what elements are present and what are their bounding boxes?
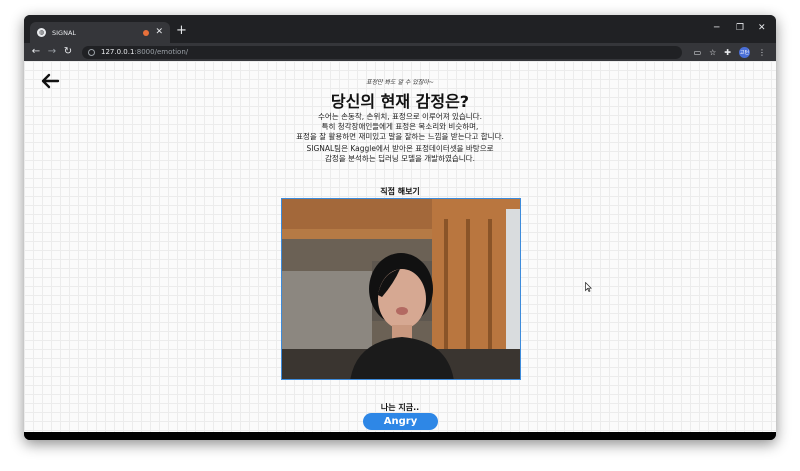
description-line: 감정을 분석하는 딥러닝 모델을 개발하였습니다. bbox=[325, 154, 475, 163]
description: 수어는 손동작, 손위치, 표정으로 이루어져 있습니다. 특히 청각장애인들에… bbox=[24, 112, 776, 142]
description-line: 특히 청각장애인들에게 표정은 목소리와 비슷하며, bbox=[321, 122, 479, 131]
close-tab-icon[interactable]: ✕ bbox=[155, 28, 163, 37]
tab-signal[interactable]: ◍ SIGNAL ✕ bbox=[30, 22, 170, 43]
emotion-result-badge: Angry bbox=[363, 413, 438, 430]
star-icon[interactable]: ☆ bbox=[709, 48, 716, 57]
new-tab-button[interactable]: + bbox=[176, 24, 187, 37]
browser-window: ◍ SIGNAL ✕ + ─ ❐ ✕ ← → ↻ 127.0.0.1 :8000… bbox=[24, 15, 776, 440]
try-it-label: 직접 해보기 bbox=[380, 187, 420, 196]
webcam-image bbox=[282, 199, 520, 379]
tab-strip: ◍ SIGNAL ✕ + ─ ❐ ✕ bbox=[24, 15, 776, 43]
description-team: SIGNAL팀은 Kaggle에서 받아온 표정데이터셋을 바탕으로 감정을 분… bbox=[24, 144, 776, 164]
bottom-bar bbox=[24, 432, 776, 440]
close-window-button[interactable]: ✕ bbox=[758, 24, 766, 33]
page-subtitle: 표정만 봐도 알 수 있잖아~ bbox=[366, 79, 434, 86]
puzzle-icon[interactable]: ✚ bbox=[724, 48, 731, 57]
page-title: 당신의 현재 감정은? bbox=[330, 92, 470, 111]
url-path: :8000/emotion/ bbox=[134, 48, 189, 56]
back-nav-icon[interactable]: ← bbox=[28, 47, 44, 57]
description-line: 표정을 잘 활용하면 재미있고 말을 잘하는 느낌을 받는다고 합니다. bbox=[296, 132, 504, 141]
address-bar[interactable]: 127.0.0.1 :8000/emotion/ bbox=[82, 45, 682, 59]
maximize-button[interactable]: ❐ bbox=[736, 24, 744, 33]
profile-avatar[interactable]: 고턴 bbox=[739, 46, 750, 58]
kebab-menu-icon[interactable]: ⋮ bbox=[758, 48, 766, 57]
now-label: 나는 지금.. bbox=[380, 403, 420, 412]
mouse-cursor-icon bbox=[585, 282, 592, 292]
site-info-icon[interactable] bbox=[88, 48, 95, 56]
minimize-button[interactable]: ─ bbox=[714, 24, 719, 33]
page-viewport: 표정만 봐도 알 수 있잖아~ 당신의 현재 감정은? 수어는 손동작, 손위치… bbox=[24, 61, 776, 432]
url-host: 127.0.0.1 bbox=[101, 48, 135, 56]
tab-title: SIGNAL bbox=[52, 28, 77, 37]
globe-icon: ◍ bbox=[37, 28, 46, 37]
forward-nav-icon[interactable]: → bbox=[44, 47, 60, 57]
description-line: SIGNAL팀은 Kaggle에서 받아온 표정데이터셋을 바탕으로 bbox=[306, 144, 494, 153]
audio-recording-icon bbox=[143, 29, 150, 36]
toolbar-actions: ▭ ☆ ✚ 고턴 ⋮ bbox=[694, 46, 766, 58]
browser-toolbar: ← → ↻ 127.0.0.1 :8000/emotion/ ▭ ☆ ✚ 고턴 … bbox=[24, 43, 776, 61]
camera-in-use-icon[interactable]: ▭ bbox=[694, 48, 702, 57]
webcam-feed bbox=[281, 198, 521, 380]
reload-icon[interactable]: ↻ bbox=[60, 47, 76, 57]
description-line: 수어는 손동작, 손위치, 표정으로 이루어져 있습니다. bbox=[318, 112, 482, 121]
